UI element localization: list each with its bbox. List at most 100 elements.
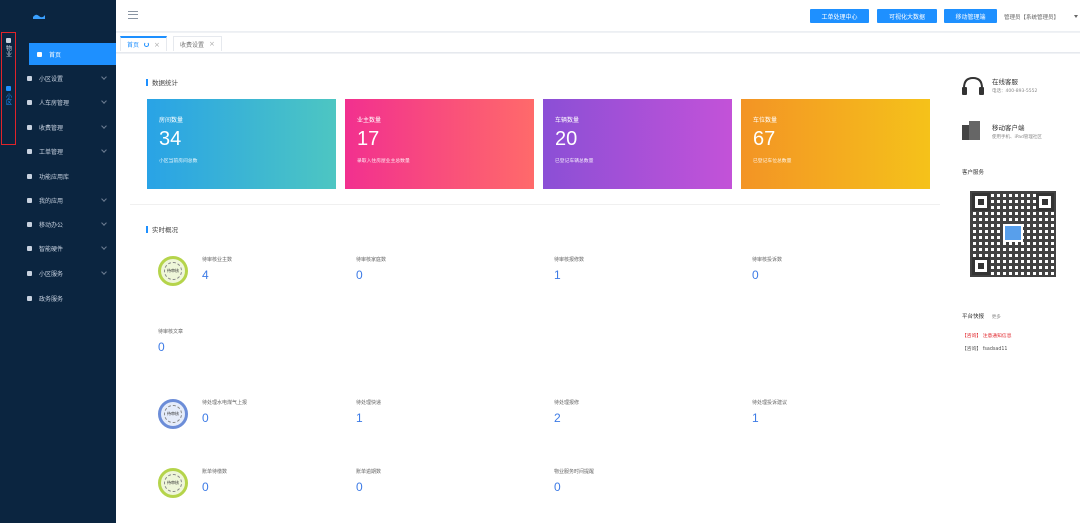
metric-value[interactable]: 0	[202, 480, 209, 494]
stat-card-title: 业主数量	[357, 117, 382, 124]
mobile-management-button[interactable]: 移动管理端	[944, 9, 997, 23]
news-item[interactable]: 【咨询】 注意通知信息	[962, 332, 1012, 339]
stamp-text: 待审核	[164, 405, 182, 423]
sidebar-item-label: 移动办公	[39, 221, 64, 229]
metric-label: 待处理水电煤气上报	[202, 400, 248, 406]
sidebar-item-label: 人车房管理	[39, 99, 70, 107]
metric-label: 物业服务时间提醒	[554, 469, 595, 475]
chevron-down-icon	[101, 74, 107, 80]
tab-fee-settings[interactable]: 收费设置 ×	[173, 36, 222, 51]
stat-card-value: 67	[753, 128, 776, 150]
sidebar-item[interactable]: 收费管理	[17, 116, 116, 138]
work-order-center-button[interactable]: 工单处理中心	[810, 9, 869, 23]
chevron-down-icon	[101, 220, 107, 226]
qr-finder	[1036, 193, 1054, 211]
sidebar-item-label: 小区设置	[39, 75, 64, 83]
metric-value[interactable]: 1	[356, 411, 363, 425]
news-item-text: 【咨询】 注意通知信息	[962, 334, 1012, 339]
property-icon	[5, 38, 11, 43]
service-icon	[27, 270, 32, 276]
user-menu[interactable]: 管理员【系统管理员】	[1004, 13, 1059, 21]
sidebar-item[interactable]: 人车房管理	[17, 91, 116, 113]
metric-label: 待审核投诉数	[752, 257, 783, 263]
data-visualization-button[interactable]: 可视化大数据	[877, 9, 937, 23]
metric-label: 账单待缴数	[202, 469, 228, 475]
sidebar-item[interactable]: 智能硬件	[17, 237, 116, 259]
metric-value[interactable]: 0	[554, 480, 561, 494]
news-more-link[interactable]: 更多	[992, 315, 1001, 320]
chevron-down-icon	[101, 196, 107, 202]
metric-label: 待处理快递	[356, 400, 382, 406]
sidebar-item[interactable]: 我的应用	[17, 189, 116, 211]
main-content: 数据统计 房间数量 34 小区当前房间总数 业主数量 17 录取入住房屋业主总数量 车辆数量…	[116, 54, 1080, 523]
metric-value[interactable]: 2	[554, 411, 561, 425]
metric-value[interactable]: 0	[202, 411, 209, 425]
stat-card[interactable]: 房间数量 34 小区当前房间总数	[147, 99, 336, 189]
tab-home[interactable]: 首页 ×	[120, 36, 167, 51]
stat-card-title: 房间数量	[159, 117, 184, 124]
stat-card-title: 车辆数量	[555, 117, 580, 124]
metric-value[interactable]: 4	[202, 268, 209, 282]
stat-card-title: 车位数量	[753, 117, 778, 124]
stat-card[interactable]: 业主数量 17 录取入住房屋业主总数量	[345, 99, 534, 189]
news-title-text: 平台快报	[962, 314, 985, 320]
tab-label: 首页	[127, 42, 140, 49]
metric-value[interactable]: 1	[554, 268, 561, 282]
stat-card[interactable]: 车辆数量 20 已登记车辆总数量	[543, 99, 732, 189]
mobile-client-desc: 使用手机、iPad管理社区	[992, 135, 1042, 140]
online-service-title: 在线客服	[992, 78, 1018, 86]
sidebar-item-label: 政务服务	[39, 295, 64, 303]
qr-finder	[972, 193, 990, 211]
stat-card[interactable]: 车位数量 67 已登记车位总数量	[741, 99, 930, 189]
sidebar-item[interactable]: 首页	[29, 43, 116, 65]
module-rail: 物业 小区	[0, 0, 17, 523]
building-icon	[27, 99, 32, 105]
tab-label: 收费设置	[180, 41, 205, 49]
news-title: 平台快报 更多	[962, 312, 1001, 320]
mobile-client-title[interactable]: 移动客户端	[992, 122, 1025, 132]
metric-label: 待审核家庭数	[356, 257, 387, 263]
stamp-text: 待审核	[164, 474, 182, 492]
close-icon[interactable]: ×	[154, 41, 160, 49]
sidebar-item[interactable]: 工单管理	[17, 140, 116, 162]
metric-value[interactable]: 0	[752, 268, 759, 282]
news-item[interactable]: 【咨询】 fsadsad11	[962, 345, 1007, 352]
metric-value[interactable]: 0	[356, 480, 363, 494]
sidebar-item-label: 小区服务	[39, 270, 64, 278]
government-icon	[27, 295, 32, 301]
stat-card-desc: 已登记车位总数量	[753, 159, 792, 164]
close-icon[interactable]: ×	[209, 40, 215, 48]
sidebar-item[interactable]: 功能应用库	[17, 165, 116, 187]
metric-label: 待审核业主数	[202, 257, 233, 263]
qr-finder	[972, 257, 990, 275]
metric-value[interactable]: 0	[158, 340, 165, 354]
chevron-down-icon[interactable]	[1074, 15, 1078, 18]
qr-code	[970, 191, 1056, 277]
chevron-down-icon	[101, 98, 107, 104]
ticket-icon	[27, 148, 32, 154]
metric-value[interactable]: 0	[356, 268, 363, 282]
metric-label: 账单逾期数	[356, 469, 382, 475]
settings-icon	[27, 75, 32, 81]
sidebar-item[interactable]: 移动办公	[17, 213, 116, 235]
sidebar-item-label: 工单管理	[39, 148, 64, 156]
chevron-down-icon	[101, 147, 107, 153]
rail-item-property[interactable]: 物业	[3, 38, 13, 59]
menu-toggle-icon[interactable]	[128, 11, 138, 19]
sidebar: 首页小区设置人车房管理收费管理工单管理功能应用库 我的应用移动办公智能硬件小区服务…	[17, 0, 116, 523]
rail-item-label: 小区	[4, 93, 12, 105]
refresh-icon[interactable]	[144, 42, 150, 47]
sidebar-item[interactable]: 小区设置	[17, 67, 116, 89]
sidebar-item[interactable]: 政务服务	[17, 287, 116, 309]
tab-bar: 首页 × 收费设置 ×	[116, 33, 1080, 53]
stat-card-desc: 小区当前房间总数	[159, 159, 198, 164]
customer-service-title: 客户服务	[962, 170, 985, 176]
briefcase-icon	[27, 221, 32, 227]
community-icon	[5, 86, 11, 91]
status-stamp-icon: 待审核	[158, 468, 188, 498]
metric-value[interactable]: 1	[752, 411, 759, 425]
apps-icon	[27, 173, 32, 179]
data-stats-title: 数据统计	[146, 77, 178, 87]
rail-item-community[interactable]: 小区	[3, 86, 13, 107]
sidebar-item[interactable]: 小区服务	[17, 262, 116, 284]
